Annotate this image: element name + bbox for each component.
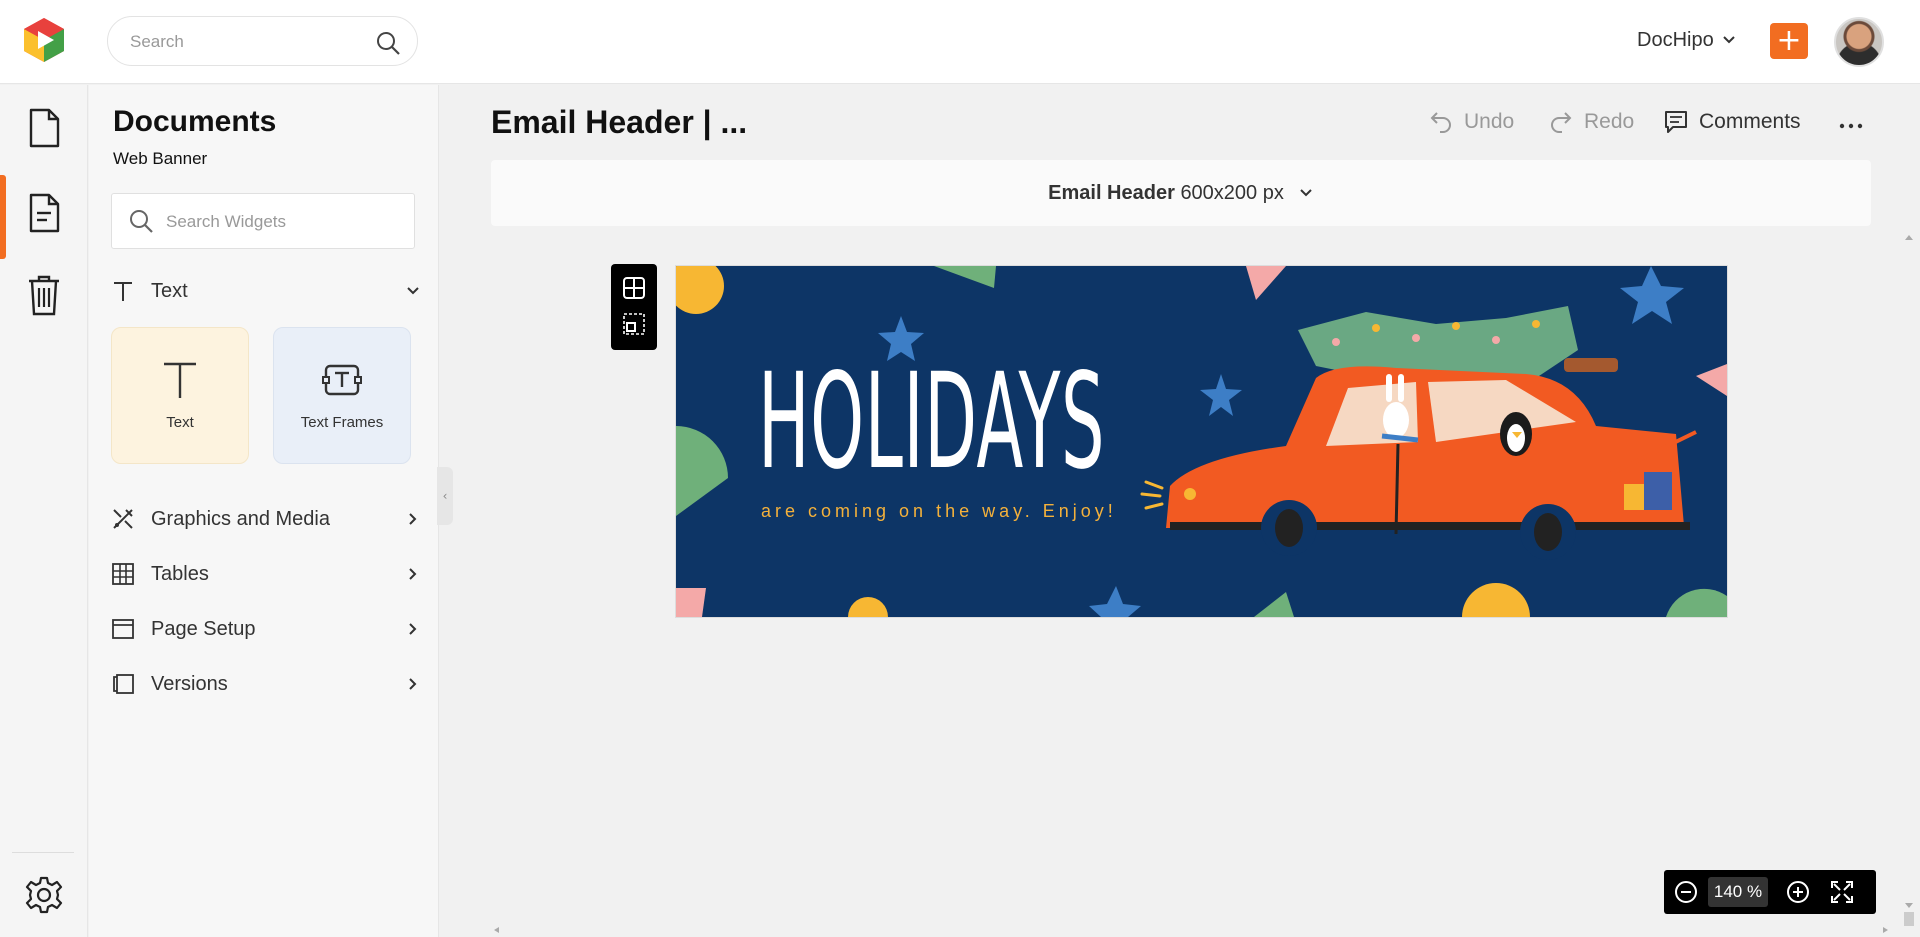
document-lines-icon bbox=[29, 193, 60, 233]
canvas-tools bbox=[611, 264, 657, 350]
left-rail bbox=[0, 85, 88, 937]
workspace-label: DocHipo bbox=[1637, 28, 1714, 51]
holidays-tagline[interactable]: are coming on the way. Enjoy! bbox=[761, 501, 1117, 522]
zoom-control: 140 % bbox=[1664, 870, 1876, 914]
grid-icon[interactable] bbox=[622, 276, 646, 300]
zoom-in-button[interactable] bbox=[1776, 870, 1820, 914]
chevron-right-icon bbox=[409, 568, 417, 580]
text-frames-widget-tile[interactable]: Text Frames bbox=[273, 327, 411, 464]
search-box[interactable] bbox=[107, 16, 418, 66]
canvas-size-selector[interactable]: Email Header 600x200 px bbox=[491, 160, 1871, 226]
fullscreen-icon bbox=[1831, 881, 1853, 903]
widget-search-input[interactable] bbox=[166, 209, 396, 235]
size-value: 600x200 px bbox=[1180, 181, 1284, 204]
rail-documents-button[interactable] bbox=[0, 90, 88, 166]
vertical-scrollbar[interactable] bbox=[1902, 232, 1916, 932]
chevron-down-icon bbox=[1722, 36, 1735, 44]
undo-label: Undo bbox=[1464, 110, 1515, 133]
redo-label: Redo bbox=[1584, 110, 1635, 133]
redo-icon bbox=[1551, 112, 1572, 133]
panel-subtitle: Web Banner bbox=[113, 149, 208, 168]
text-icon bbox=[164, 362, 196, 398]
search-icon bbox=[130, 210, 153, 233]
redo-button[interactable]: Redo bbox=[1548, 108, 1634, 136]
text-section-label: Text bbox=[151, 279, 188, 302]
section-versions[interactable]: Versions bbox=[111, 666, 421, 702]
holidays-headline[interactable]: HOLIDAYS bbox=[758, 356, 1105, 488]
text-t-icon bbox=[111, 279, 135, 303]
zoom-level[interactable]: 140 % bbox=[1708, 877, 1768, 907]
comments-button[interactable]: Comments bbox=[1663, 108, 1801, 136]
chevron-right-icon bbox=[409, 678, 417, 690]
section-label: Graphics and Media bbox=[151, 507, 330, 530]
section-page-setup[interactable]: Page Setup bbox=[111, 611, 421, 647]
text-widget-tile[interactable]: Text bbox=[111, 327, 249, 464]
trash-icon bbox=[29, 275, 59, 316]
graphics-icon bbox=[111, 507, 135, 531]
user-avatar[interactable] bbox=[1834, 17, 1884, 67]
table-icon bbox=[111, 562, 135, 586]
rail-divider bbox=[12, 852, 74, 853]
rail-trash-button[interactable] bbox=[0, 257, 88, 333]
undo-icon bbox=[1430, 112, 1451, 133]
car-illustration bbox=[1140, 306, 1697, 560]
search-input[interactable] bbox=[130, 29, 370, 55]
undo-button[interactable]: Undo bbox=[1428, 108, 1514, 136]
search-icon[interactable] bbox=[375, 30, 401, 56]
widget-search-box[interactable] bbox=[111, 193, 415, 249]
text-frame-icon bbox=[322, 364, 362, 396]
text-frames-tile-label: Text Frames bbox=[300, 414, 384, 431]
create-new-button[interactable]: + bbox=[1770, 23, 1808, 59]
section-label: Page Setup bbox=[151, 617, 256, 640]
select-frame-icon[interactable] bbox=[622, 312, 646, 336]
zoom-in-icon bbox=[1787, 881, 1809, 903]
gear-icon bbox=[25, 876, 63, 914]
dochipo-logo[interactable] bbox=[20, 16, 68, 64]
rail-current-document-button[interactable] bbox=[0, 175, 88, 259]
collapse-panel-handle[interactable]: ‹ bbox=[437, 467, 453, 525]
versions-icon bbox=[111, 672, 135, 696]
document-title[interactable]: Email Header | ... bbox=[491, 104, 747, 141]
chevron-right-icon bbox=[409, 623, 417, 635]
chevron-down-icon bbox=[1300, 189, 1312, 197]
rail-settings-button[interactable] bbox=[0, 857, 88, 933]
panel-title: Documents bbox=[113, 105, 277, 138]
section-label: Tables bbox=[151, 562, 209, 585]
comment-icon bbox=[1665, 111, 1687, 133]
top-bar: DocHipo + bbox=[0, 0, 1920, 84]
fullscreen-button[interactable] bbox=[1820, 870, 1864, 914]
section-label: Versions bbox=[151, 672, 228, 695]
text-section-toggle[interactable]: Text bbox=[111, 273, 421, 309]
more-options-icon[interactable] bbox=[1838, 114, 1864, 134]
widgets-panel: Documents Web Banner Text Text Text Fram… bbox=[89, 85, 439, 937]
chevron-right-icon bbox=[409, 513, 417, 525]
horizontal-scrollbar[interactable] bbox=[491, 924, 1891, 936]
section-graphics-and-media[interactable]: Graphics and Media bbox=[111, 501, 421, 537]
zoom-out-button[interactable] bbox=[1664, 870, 1708, 914]
design-canvas[interactable]: HOLIDAYS are coming on the way. Enjoy! bbox=[676, 266, 1727, 617]
comments-label: Comments bbox=[1699, 110, 1801, 133]
workspace-dropdown[interactable]: DocHipo bbox=[1637, 26, 1736, 54]
page-setup-icon bbox=[111, 617, 135, 641]
text-tile-label: Text bbox=[166, 414, 194, 431]
chevron-down-icon bbox=[407, 287, 419, 295]
section-tables[interactable]: Tables bbox=[111, 556, 421, 592]
zoom-out-icon bbox=[1675, 881, 1697, 903]
size-name: Email Header bbox=[1048, 181, 1175, 204]
document-icon bbox=[29, 108, 60, 148]
